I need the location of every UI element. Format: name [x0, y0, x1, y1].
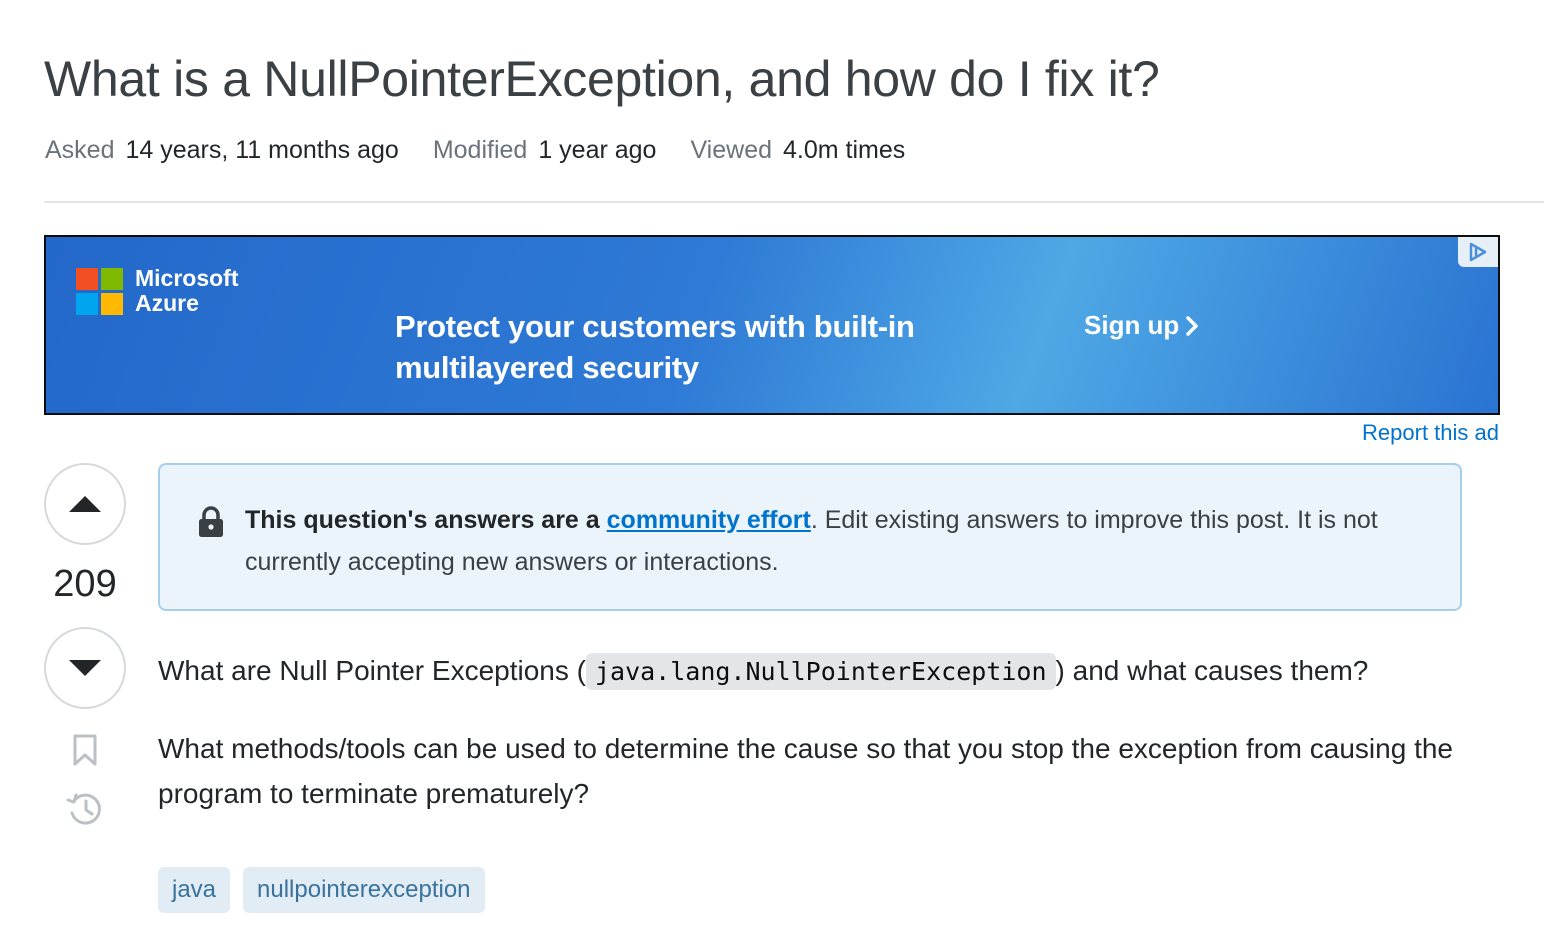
meta-modified: Modified 1 year ago	[433, 136, 657, 165]
ad-brand: Microsoft Azure	[135, 266, 239, 316]
meta-asked: Asked 14 years, 11 months ago	[45, 136, 399, 165]
notice-message: This question's answers are a community …	[245, 499, 1440, 583]
ad-brand-line1: Microsoft	[135, 265, 239, 291]
history-button[interactable]	[64, 788, 106, 830]
body-text-1b: ) and what causes them?	[1055, 655, 1369, 686]
upvote-button[interactable]	[44, 463, 126, 545]
header-divider	[44, 201, 1544, 203]
meta-modified-value[interactable]: 1 year ago	[538, 136, 656, 165]
ad-banner[interactable]: Microsoft Azure Protect your customers w…	[44, 235, 1500, 415]
arrow-down-icon	[69, 660, 101, 676]
adchoices-icon[interactable]	[1458, 237, 1498, 267]
downvote-button[interactable]	[44, 627, 126, 709]
question-body-paragraph-1: What are Null Pointer Exceptions (java.l…	[158, 648, 1368, 694]
meta-viewed: Viewed 4.0m times	[690, 136, 905, 165]
inline-code: java.lang.NullPointerException	[585, 653, 1056, 690]
tag-list: java nullpointerexception	[158, 867, 498, 913]
bookmark-icon	[73, 734, 97, 766]
arrow-up-icon	[69, 496, 101, 512]
report-ad-link[interactable]: Report this ad	[1362, 420, 1499, 446]
meta-asked-value[interactable]: 14 years, 11 months ago	[125, 136, 398, 165]
community-effort-link[interactable]: community effort	[607, 506, 811, 534]
tag-nullpointerexception[interactable]: nullpointerexception	[243, 867, 485, 913]
lock-icon	[199, 506, 223, 537]
meta-asked-label: Asked	[45, 136, 115, 164]
question-body-paragraph-2: What methods/tools can be used to determ…	[158, 733, 1453, 809]
community-notice: This question's answers are a community …	[158, 463, 1462, 611]
question-page: What is a NullPointerException, and how …	[0, 0, 1544, 934]
meta-viewed-value: 4.0m times	[783, 136, 906, 164]
meta-viewed-label: Viewed	[690, 136, 772, 164]
ad-signup-label: Sign up	[1084, 310, 1180, 340]
microsoft-logo-icon	[76, 268, 124, 315]
ad-headline-line1: Protect your customers with built-in	[395, 309, 915, 344]
ad-headline: Protect your customers with built-in mul…	[395, 306, 995, 388]
ad-signup-button[interactable]: Sign up	[1084, 310, 1199, 341]
tag-java[interactable]: java	[158, 867, 231, 913]
ad-headline-line2: multilayered security	[395, 350, 699, 385]
history-icon	[66, 793, 101, 825]
notice-bold-text: This question's answers are a	[245, 506, 607, 534]
page-title[interactable]: What is a NullPointerException, and how …	[44, 50, 1160, 108]
ad-brand-line2: Azure	[135, 290, 199, 316]
question-meta: Asked 14 years, 11 months ago Modified 1…	[45, 136, 939, 165]
meta-modified-label: Modified	[432, 136, 528, 164]
bookmark-button[interactable]	[64, 729, 106, 771]
body-text-1a: What are Null Pointer Exceptions (	[158, 655, 586, 686]
chevron-right-icon	[1186, 315, 1199, 336]
vote-count: 209	[53, 563, 117, 605]
